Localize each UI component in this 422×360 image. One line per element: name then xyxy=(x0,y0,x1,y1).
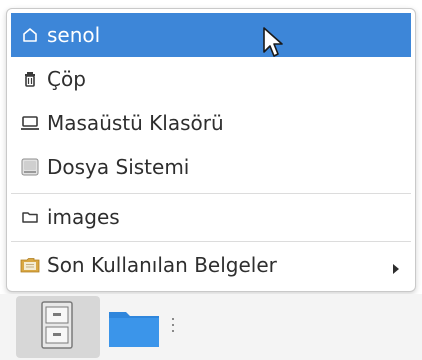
panel-handle[interactable] xyxy=(171,317,175,332)
drive-icon xyxy=(19,156,41,178)
folder-icon xyxy=(109,312,159,347)
mouse-cursor-icon xyxy=(262,26,288,60)
menu-item-images[interactable]: images xyxy=(11,195,411,239)
menu-item-recent-documents[interactable]: Son Kullanılan Belgeler xyxy=(11,243,411,287)
menu-item-label: images xyxy=(47,205,120,229)
file-cabinet-icon xyxy=(41,301,73,349)
submenu-arrow-icon xyxy=(391,257,401,281)
folder-outline-icon xyxy=(19,206,41,228)
menu-item-trash[interactable]: Çöp xyxy=(11,57,411,101)
screen: senol Çöp Masaüstü Klasörü Dosya Sistemi… xyxy=(0,0,422,360)
folder-launcher[interactable] xyxy=(108,308,160,348)
menu-item-label: Masaüstü Klasörü xyxy=(47,111,224,135)
menu-item-label: Dosya Sistemi xyxy=(47,155,190,179)
menu-item-desktop[interactable]: Masaüstü Klasörü xyxy=(11,101,411,145)
places-menu: senol Çöp Masaüstü Klasörü Dosya Sistemi… xyxy=(6,8,416,292)
panel xyxy=(0,294,422,360)
home-icon xyxy=(19,24,41,46)
menu-separator xyxy=(11,193,411,194)
menu-separator xyxy=(11,241,411,242)
menu-item-label: Çöp xyxy=(47,67,86,91)
menu-item-label: Son Kullanılan Belgeler xyxy=(47,253,277,277)
menu-item-filesystem[interactable]: Dosya Sistemi xyxy=(11,145,411,189)
folder-documents-icon xyxy=(19,254,41,276)
trash-icon xyxy=(19,68,41,90)
drag-handle-icon xyxy=(172,318,174,332)
menu-item-label: senol xyxy=(47,23,101,47)
menu-item-home[interactable]: senol xyxy=(11,13,411,57)
file-manager-launcher[interactable] xyxy=(16,296,100,358)
desktop-icon xyxy=(19,112,41,134)
